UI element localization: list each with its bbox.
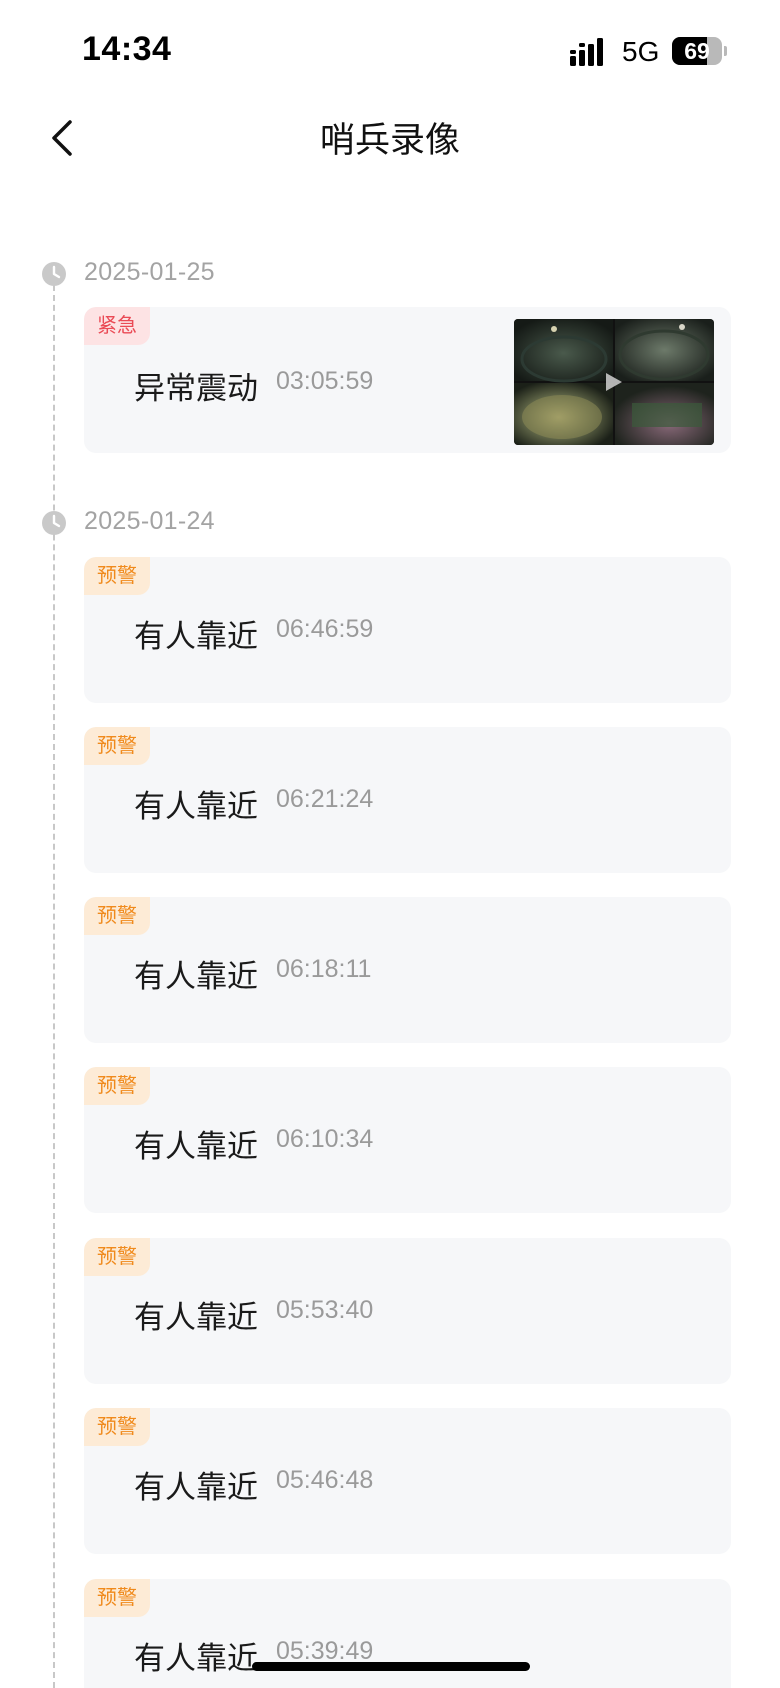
video-thumbnail-image (514, 319, 714, 445)
event-time: 03:05:59 (276, 367, 374, 395)
status-time: 14:34 (82, 30, 172, 68)
status-bar: 14:34 5G 69 (0, 0, 780, 100)
event-card[interactable]: 预警 有人靠近 06:21:24 (84, 727, 731, 873)
warning-tag: 预警 (84, 1408, 150, 1446)
event-name: 有人靠近 (134, 1641, 258, 1676)
event-name: 异常震动 (134, 371, 258, 406)
warning-tag: 预警 (84, 1067, 150, 1105)
warning-tag: 预警 (84, 897, 150, 935)
event-time: 06:46:59 (276, 615, 374, 643)
date-label: 2025-01-24 (84, 507, 215, 535)
warning-tag: 预警 (84, 1238, 150, 1276)
signal-bars-icon (570, 38, 603, 66)
event-name: 有人靠近 (134, 619, 258, 654)
event-name: 有人靠近 (134, 1129, 258, 1164)
warning-tag: 预警 (84, 727, 150, 765)
event-card[interactable]: 预警 有人靠近 06:18:11 (84, 897, 731, 1043)
warning-tag: 预警 (84, 1579, 150, 1617)
event-name: 有人靠近 (134, 1470, 258, 1505)
network-label: 5G (622, 36, 660, 67)
event-time: 06:21:24 (276, 785, 374, 813)
event-card[interactable]: 预警 有人靠近 06:10:34 (84, 1067, 731, 1213)
warning-tag: 预警 (84, 557, 150, 595)
event-card[interactable]: 预警 有人靠近 05:39:49 (84, 1579, 731, 1688)
event-card[interactable]: 预警 有人靠近 06:46:59 (84, 557, 731, 703)
event-time: 06:10:34 (276, 1125, 374, 1153)
home-indicator[interactable] (252, 1662, 530, 1671)
event-time: 05:53:40 (276, 1296, 374, 1324)
date-label: 2025-01-25 (84, 258, 215, 286)
urgent-tag: 紧急 (84, 307, 150, 345)
event-name: 有人靠近 (134, 959, 258, 994)
page-title: 哨兵录像 (319, 121, 460, 160)
event-card[interactable]: 预警 有人靠近 05:53:40 (84, 1238, 731, 1384)
event-card[interactable]: 紧急 异常震动 03:05:59 (84, 307, 731, 453)
event-time: 05:46:48 (276, 1466, 374, 1494)
timeline-line (53, 275, 55, 1688)
nav-bar: 哨兵录像 (0, 100, 780, 176)
clock-icon (42, 511, 66, 535)
event-name: 有人靠近 (134, 789, 258, 824)
battery-icon: 69 (672, 37, 728, 65)
event-card[interactable]: 预警 有人靠近 05:46:48 (84, 1408, 731, 1554)
event-name: 有人靠近 (134, 1300, 258, 1335)
event-time: 06:18:11 (276, 955, 372, 983)
battery-level: 69 (684, 38, 710, 64)
screen: 14:34 5G 69 哨兵录像 2025-01-25 紧急 异常震动 03:0… (0, 0, 780, 1688)
video-thumbnail[interactable] (514, 319, 714, 445)
clock-icon (42, 262, 66, 286)
